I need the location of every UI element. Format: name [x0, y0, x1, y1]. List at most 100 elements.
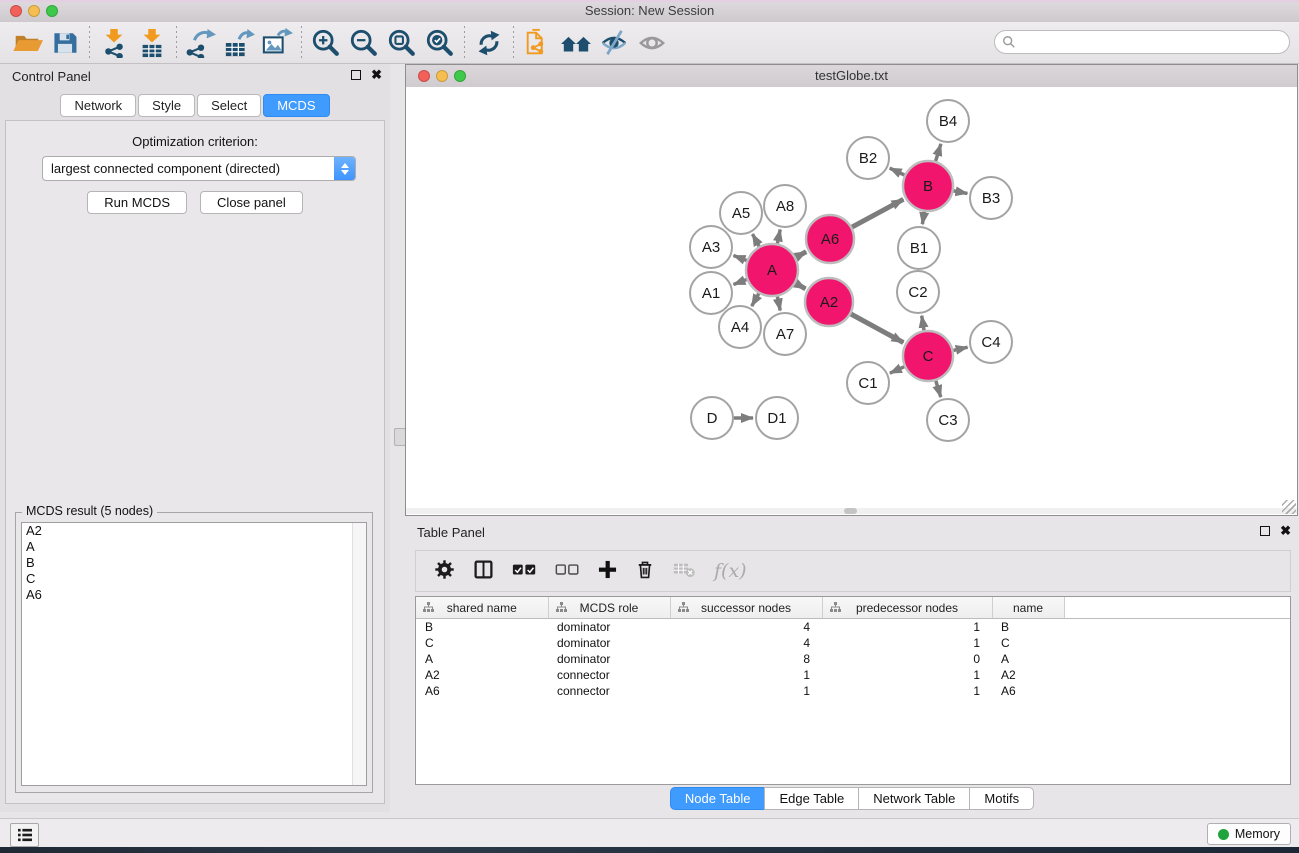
- cell-predecessor-nodes[interactable]: 1: [822, 619, 992, 636]
- cell-successor-nodes[interactable]: 4: [670, 619, 822, 636]
- result-item-b[interactable]: B: [22, 555, 366, 571]
- column-header-mcds-role[interactable]: MCDS role: [548, 597, 670, 619]
- cell-name[interactable]: A2: [992, 667, 1064, 683]
- import-network-button[interactable]: [95, 25, 133, 61]
- save-session-button[interactable]: [46, 25, 84, 61]
- edge-C-C2[interactable]: [922, 316, 924, 331]
- result-item-a6[interactable]: A6: [22, 587, 366, 603]
- criterion-select[interactable]: largest connected component (directed): [42, 156, 356, 181]
- tab-edge-table[interactable]: Edge Table: [764, 787, 859, 810]
- cell-shared-name[interactable]: A2: [416, 667, 548, 683]
- tab-network[interactable]: Network: [60, 94, 136, 117]
- network-canvas[interactable]: B4B2BB3A8A5A6A3B1AA1C2A2A4A7CC4C1C3DD1: [406, 87, 1297, 515]
- cell-name[interactable]: A6: [992, 683, 1064, 699]
- edge-B-B3[interactable]: [954, 191, 968, 194]
- cell-mcds-role[interactable]: connector: [548, 683, 670, 699]
- tab-select[interactable]: Select: [197, 94, 261, 117]
- hide-selected-button[interactable]: [595, 25, 633, 61]
- close-panel-icon[interactable]: ✖: [371, 70, 382, 80]
- cell-mcds-role[interactable]: connector: [548, 667, 670, 683]
- toggle-columns-button[interactable]: [473, 559, 494, 583]
- float-panel-icon[interactable]: [351, 70, 361, 80]
- show-all-button[interactable]: [633, 25, 671, 61]
- edge-B-B2[interactable]: [890, 168, 905, 175]
- cell-successor-nodes[interactable]: 8: [670, 651, 822, 667]
- import-table-button[interactable]: [133, 25, 171, 61]
- cell-successor-nodes[interactable]: 4: [670, 635, 822, 651]
- first-neighbors-button[interactable]: [557, 25, 595, 61]
- cell-shared-name[interactable]: C: [416, 635, 548, 651]
- table-row-c[interactable]: Cdominator41C: [416, 635, 1290, 651]
- export-image-button[interactable]: [258, 25, 296, 61]
- edge-C-C3[interactable]: [936, 381, 941, 397]
- network-horizontal-scrollbar[interactable]: [406, 508, 1297, 514]
- edge-C-C4[interactable]: [953, 347, 967, 350]
- delete-table-button-disabled[interactable]: [673, 561, 696, 581]
- column-header-predecessor-nodes[interactable]: predecessor nodes: [822, 597, 992, 619]
- edge-A-A3[interactable]: [734, 256, 747, 261]
- table-settings-button[interactable]: [434, 559, 455, 583]
- delete-column-button[interactable]: [635, 559, 655, 583]
- tab-style[interactable]: Style: [138, 94, 195, 117]
- cell-predecessor-nodes[interactable]: 1: [822, 683, 992, 699]
- edge-A-A5[interactable]: [753, 234, 760, 246]
- tab-motifs[interactable]: Motifs: [969, 787, 1034, 810]
- cell-successor-nodes[interactable]: 1: [670, 683, 822, 699]
- task-history-button[interactable]: [10, 823, 39, 847]
- result-item-a2[interactable]: A2: [22, 523, 366, 539]
- cell-successor-nodes[interactable]: 1: [670, 667, 822, 683]
- memory-button[interactable]: Memory: [1207, 823, 1291, 845]
- export-table-button[interactable]: [220, 25, 258, 61]
- edge-C-C1[interactable]: [890, 367, 904, 374]
- edge-B-B1[interactable]: [922, 212, 924, 225]
- refresh-layout-button[interactable]: [470, 25, 508, 61]
- edge-A-A8[interactable]: [777, 230, 780, 244]
- search-box[interactable]: [994, 30, 1290, 54]
- run-mcds-button[interactable]: Run MCDS: [87, 191, 187, 214]
- open-session-button[interactable]: [8, 25, 46, 61]
- table-row-a[interactable]: Adominator80A: [416, 651, 1290, 667]
- cell-mcds-role[interactable]: dominator: [548, 635, 670, 651]
- network-window-titlebar[interactable]: testGlobe.txt: [406, 65, 1297, 88]
- cell-predecessor-nodes[interactable]: 0: [822, 651, 992, 667]
- edge-A-A7[interactable]: [777, 297, 780, 311]
- cell-predecessor-nodes[interactable]: 1: [822, 635, 992, 651]
- zoom-in-button[interactable]: [307, 25, 345, 61]
- cell-shared-name[interactable]: B: [416, 619, 548, 636]
- table-row-b[interactable]: Bdominator41B: [416, 619, 1290, 636]
- edge-A-A2[interactable]: [796, 283, 806, 289]
- new-network-from-selection-button[interactable]: [519, 25, 557, 61]
- cell-shared-name[interactable]: A: [416, 651, 548, 667]
- table-row-a6[interactable]: A6connector11A6: [416, 683, 1290, 699]
- function-builder-button[interactable]: f(x): [714, 560, 747, 582]
- result-scrollbar[interactable]: [352, 523, 366, 785]
- zoom-fit-button[interactable]: [383, 25, 421, 61]
- tab-network-table[interactable]: Network Table: [858, 787, 970, 810]
- edge-A-A4[interactable]: [752, 294, 759, 307]
- close-panel-button[interactable]: Close panel: [200, 191, 303, 214]
- mcds-result-list[interactable]: A2ABCA6: [21, 522, 367, 786]
- edge-A2-C[interactable]: [851, 314, 904, 343]
- zoom-out-button[interactable]: [345, 25, 383, 61]
- cell-predecessor-nodes[interactable]: 1: [822, 667, 992, 683]
- table-row-a2[interactable]: A2connector11A2: [416, 667, 1290, 683]
- edge-A-A1[interactable]: [734, 280, 747, 285]
- cell-name[interactable]: B: [992, 619, 1064, 636]
- cell-mcds-role[interactable]: dominator: [548, 651, 670, 667]
- unselect-all-columns-button[interactable]: [555, 563, 580, 580]
- float-table-panel-icon[interactable]: [1260, 526, 1270, 536]
- column-header-name[interactable]: name: [992, 597, 1064, 619]
- edge-A-A6[interactable]: [796, 252, 806, 258]
- close-table-panel-icon[interactable]: ✖: [1280, 526, 1291, 536]
- create-column-button[interactable]: [598, 560, 617, 582]
- result-item-a[interactable]: A: [22, 539, 366, 555]
- cell-shared-name[interactable]: A6: [416, 683, 548, 699]
- tab-mcds[interactable]: MCDS: [263, 94, 329, 117]
- export-network-button[interactable]: [182, 25, 220, 61]
- scrollbar-thumb[interactable]: [844, 508, 857, 514]
- window-resize-grip[interactable]: [1282, 500, 1296, 514]
- zoom-selected-button[interactable]: [421, 25, 459, 61]
- result-item-c[interactable]: C: [22, 571, 366, 587]
- cell-name[interactable]: A: [992, 651, 1064, 667]
- column-header-successor-nodes[interactable]: successor nodes: [670, 597, 822, 619]
